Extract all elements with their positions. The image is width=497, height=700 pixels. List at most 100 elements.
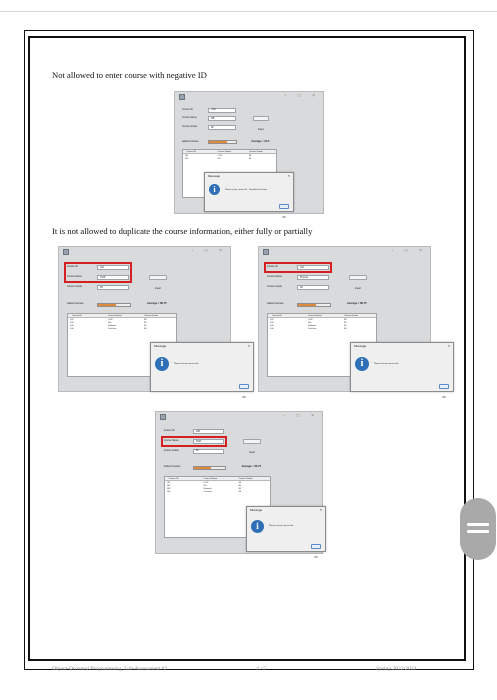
table-cell: 102 [270,322,274,324]
table-cell: 101 [70,319,74,321]
ok-button-label: OK [314,556,318,559]
table-cell: OOP [308,319,313,321]
window-controls[interactable]: - □ × [284,413,319,419]
info-icon: i [251,519,264,533]
table-cell: 103 [270,325,274,327]
course-name-field[interactable]: OB [207,116,236,122]
message-text: Please enter course ID : Should be Posit… [225,188,268,191]
progress-fill [98,303,116,306]
ok-button[interactable]: OK [239,384,249,399]
course-id-value: -101 [210,108,216,112]
table-cell: Calculus [308,328,317,330]
column-header: Course Grade [238,478,253,481]
course-id-field[interactable]: 108 [192,429,224,435]
course-grade-field[interactable]: 90 [192,448,224,454]
message-text: Please check course info [174,363,199,365]
course-grade-value: 90 [300,285,303,289]
added-courses-label: Added Courses [163,465,181,469]
window-controls[interactable]: - □ × [192,248,227,254]
table-cell: 104 [166,491,171,494]
highlight-course-id [264,262,332,273]
table-cell: DS [217,158,221,161]
courses-progress-bar [192,465,226,470]
close-icon[interactable]: × [248,343,250,348]
table-cell: 104 [270,328,274,330]
viewer-top-divider [0,11,497,12]
window-controls[interactable]: - □ × [392,248,427,254]
table-cell: 68 [238,491,241,494]
column-header: Course Name [217,151,232,154]
average-grade-label: Average = 86.75 [147,302,167,305]
course-grade-label: Course Grade [163,448,179,452]
table-cell: 99 [344,319,347,321]
table-cell: 101 [166,482,171,485]
table-cell: 103 [70,325,74,327]
courses-progress-bar [297,302,331,307]
table-cell: Calculus [203,491,212,494]
handle-grip-line [467,530,489,533]
message-dialog: Message × i Please enter course ID : Should… [204,172,294,219]
close-icon[interactable]: × [320,507,322,512]
table-cell: 90 [238,488,241,491]
insert-button[interactable]: Insert [349,275,367,290]
course-grade-field[interactable]: 90 [207,124,236,130]
column-header: Course Grade [144,315,158,317]
table-cell: 102 [70,322,74,324]
handle-grip-line [467,523,489,526]
message-text: Please check course info [269,525,294,528]
table-cell: DS [203,485,207,488]
course-id-value: 108 [195,430,200,434]
ok-button-label: OK [442,396,446,399]
table-cell: 101 [270,319,274,321]
course-grade-field[interactable]: 95 [97,285,129,290]
insert-button[interactable]: Insert [149,275,167,290]
table-cell: 101 [184,155,189,158]
close-icon[interactable]: × [288,173,290,178]
ok-button[interactable]: OK [279,204,289,219]
table-cell: 68 [344,328,347,330]
table-cell: Network [108,325,117,327]
course-name-field[interactable]: Physics [297,275,329,280]
added-courses-label: Added Courses [267,302,284,305]
table-cell: 99 [238,482,241,485]
ok-button-label: OK [282,216,286,219]
table-cell: 103 [166,488,171,491]
window-titlebar: - □ × [59,247,230,257]
table-cell: 90 [248,158,252,161]
highlight-course-name [160,436,227,448]
course-id-label: Course ID [163,429,175,433]
caption-negative-id: Not allowed to enter course with negativ… [52,70,207,80]
ok-button-label: OK [242,396,246,399]
close-icon[interactable]: × [448,343,450,348]
scroll-handle[interactable] [460,498,496,560]
insert-button[interactable]: Insert [253,116,269,131]
course-name-label: Course Name [181,116,197,120]
window-titlebar: - □ × [175,92,323,102]
table-cell: 99 [248,155,252,158]
message-dialog-title: Message [208,173,221,178]
window-controls[interactable]: - □ × [285,93,320,99]
course-grade-field[interactable]: 90 [297,285,329,290]
course-id-field[interactable]: -101 [207,107,236,113]
table-cell: DS [308,322,312,324]
average-grade-label: Average = 86.75 [347,302,367,305]
progress-fill [193,466,211,469]
average-grade-label: Average = 86.75 [241,465,262,469]
table-cell: 90 [344,322,347,324]
ok-button[interactable]: OK [311,544,321,559]
message-dialog: Message × i Please check course info OK [150,342,254,399]
column-header: Course ID [186,151,197,154]
info-icon: i [155,357,169,371]
table-cell: OOP [203,482,209,485]
java-app-icon [179,94,185,100]
insert-button-label: Insert [155,287,161,290]
table-cell: 68 [144,328,147,330]
ok-button[interactable]: OK [439,384,449,399]
java-app-icon [63,249,69,255]
column-header: Course Grade [248,151,263,154]
message-dialog-title: Message [250,507,263,512]
column-header: Course ID [272,315,282,317]
insert-button[interactable]: Insert [243,439,261,454]
table-cell: OOP [217,155,223,158]
column-header: Course Grade [344,315,358,317]
